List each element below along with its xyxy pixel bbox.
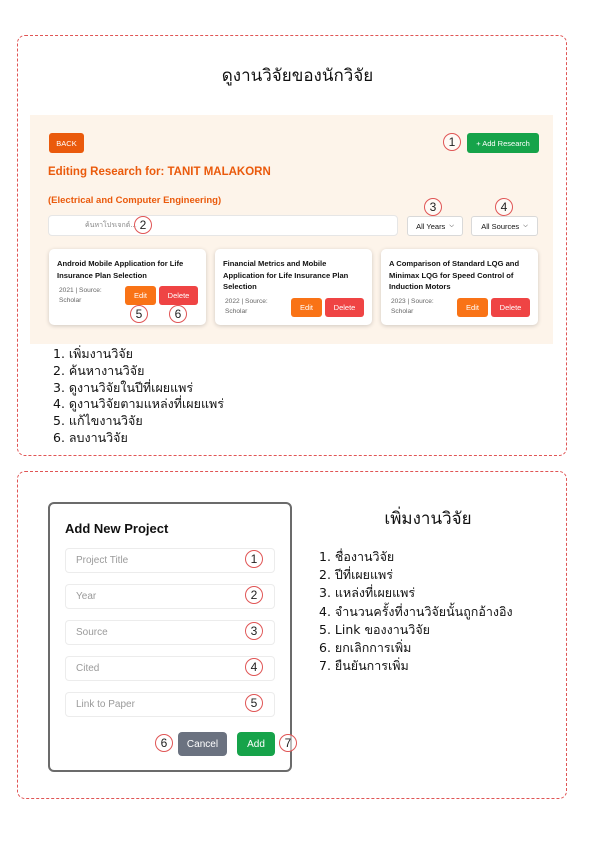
- edit-button[interactable]: Edit: [457, 298, 488, 317]
- legend-list: 1. เพิ่มงานวิจัย 2. ค้นหางานวิจัย 3. ดูง…: [53, 346, 224, 447]
- research-meta: 2023 | Source: Scholar: [391, 298, 434, 315]
- section-title: เพิ่มงานวิจัย: [384, 509, 472, 529]
- editing-heading: Editing Research for: TANIT MALAKORN: [48, 166, 271, 178]
- legend-item: 5. Link ของงานวิจัย: [319, 621, 430, 637]
- source-filter-select[interactable]: All Sources ⌵: [471, 216, 538, 236]
- callout-marker-5: 5: [130, 305, 148, 323]
- chevron-down-icon: ⌵: [523, 222, 528, 229]
- callout-marker-1: 1: [443, 133, 461, 151]
- callout-marker-3: 3: [424, 198, 442, 216]
- cancel-button[interactable]: Cancel: [178, 732, 227, 756]
- cited-field[interactable]: Cited: [65, 656, 275, 681]
- legend-item: 4. จำนวนครั้งที่งานวิจัยนั้นถูกอ้างอิง: [319, 603, 513, 619]
- legend-list: 1. ชื่องานวิจัย 2. ปีที่เผยแพร่ 3. แหล่ง…: [319, 548, 513, 675]
- research-meta: 2022 | Source: Scholar: [225, 298, 268, 315]
- edit-button[interactable]: Edit: [291, 298, 322, 317]
- year-filter-value: All Years: [416, 221, 446, 231]
- edit-button[interactable]: Edit: [125, 286, 156, 305]
- callout-marker-6: 6: [169, 305, 187, 323]
- callout-marker-4: 4: [245, 658, 263, 676]
- add-research-button[interactable]: + Add Research: [467, 133, 539, 153]
- back-button[interactable]: BACK: [49, 133, 84, 153]
- legend-item: 6. ยกเลิกการเพิ่ม: [319, 640, 412, 656]
- legend-item: 1. เพิ่มงานวิจัย: [53, 346, 133, 361]
- legend-item: 1. ชื่องานวิจัย: [319, 549, 395, 564]
- callout-marker-6: 6: [155, 734, 173, 752]
- legend-item: 5. แก้ไขงานวิจัย: [53, 413, 143, 429]
- legend-item: 3. แหล่งที่เผยแพร่: [319, 585, 416, 601]
- source-filter-value: All Sources: [481, 221, 520, 231]
- callout-marker-5: 5: [245, 694, 263, 712]
- year-filter-select[interactable]: All Years ⌵: [407, 216, 463, 236]
- project-title-field[interactable]: Project Title: [65, 548, 275, 573]
- research-title: A Comparison of Standard LQG and Minimax…: [389, 259, 520, 291]
- research-title: Financial Metrics and Mobile Application…: [223, 259, 349, 291]
- legend-item: 2. ค้นหางานวิจัย: [53, 362, 145, 378]
- dialog-title: Add New Project: [65, 521, 169, 536]
- delete-button[interactable]: Delete: [325, 298, 364, 317]
- add-button[interactable]: Add: [237, 732, 275, 756]
- year-field[interactable]: Year: [65, 584, 275, 609]
- source-field[interactable]: Source: [65, 620, 275, 645]
- search-input[interactable]: ค้นหาโปรเจกต์...: [48, 215, 398, 236]
- link-to-paper-field[interactable]: Link to Paper: [65, 692, 275, 717]
- department-heading: (Electrical and Computer Engineering): [48, 195, 222, 206]
- research-title: Android Mobile Application for Life Insu…: [57, 259, 184, 280]
- chevron-down-icon: ⌵: [449, 222, 454, 229]
- section-title: ดูงานวิจัยของนักวิจัย: [221, 66, 374, 86]
- callout-marker-2: 2: [245, 586, 263, 604]
- delete-button[interactable]: Delete: [159, 286, 198, 305]
- legend-item: 3. ดูงานวิจัยในปีที่เผยแพร่: [53, 379, 194, 395]
- legend-item: 6. ลบงานวิจัย: [53, 429, 128, 445]
- callout-marker-4: 4: [495, 198, 513, 216]
- legend-item: 2. ปีที่เผยแพร่: [319, 567, 394, 583]
- legend-item: 4. ดูงานวิจัยตามแหล่งที่เผยแพร่: [53, 396, 224, 412]
- callout-marker-1: 1: [245, 550, 263, 568]
- research-card: Financial Metrics and Mobile Application…: [215, 249, 372, 325]
- research-meta: 2021 | Source: Scholar: [59, 287, 102, 304]
- legend-item: 7. ยืนยันการเพิ่ม: [319, 658, 409, 674]
- research-screen-screenshot: BACK + Add Research Editing Research for…: [30, 115, 553, 344]
- callout-marker-2: 2: [134, 216, 152, 234]
- research-card: A Comparison of Standard LQG and Minimax…: [381, 249, 538, 325]
- callout-marker-3: 3: [245, 622, 263, 640]
- callout-marker-7: 7: [279, 734, 297, 752]
- delete-button[interactable]: Delete: [491, 298, 530, 317]
